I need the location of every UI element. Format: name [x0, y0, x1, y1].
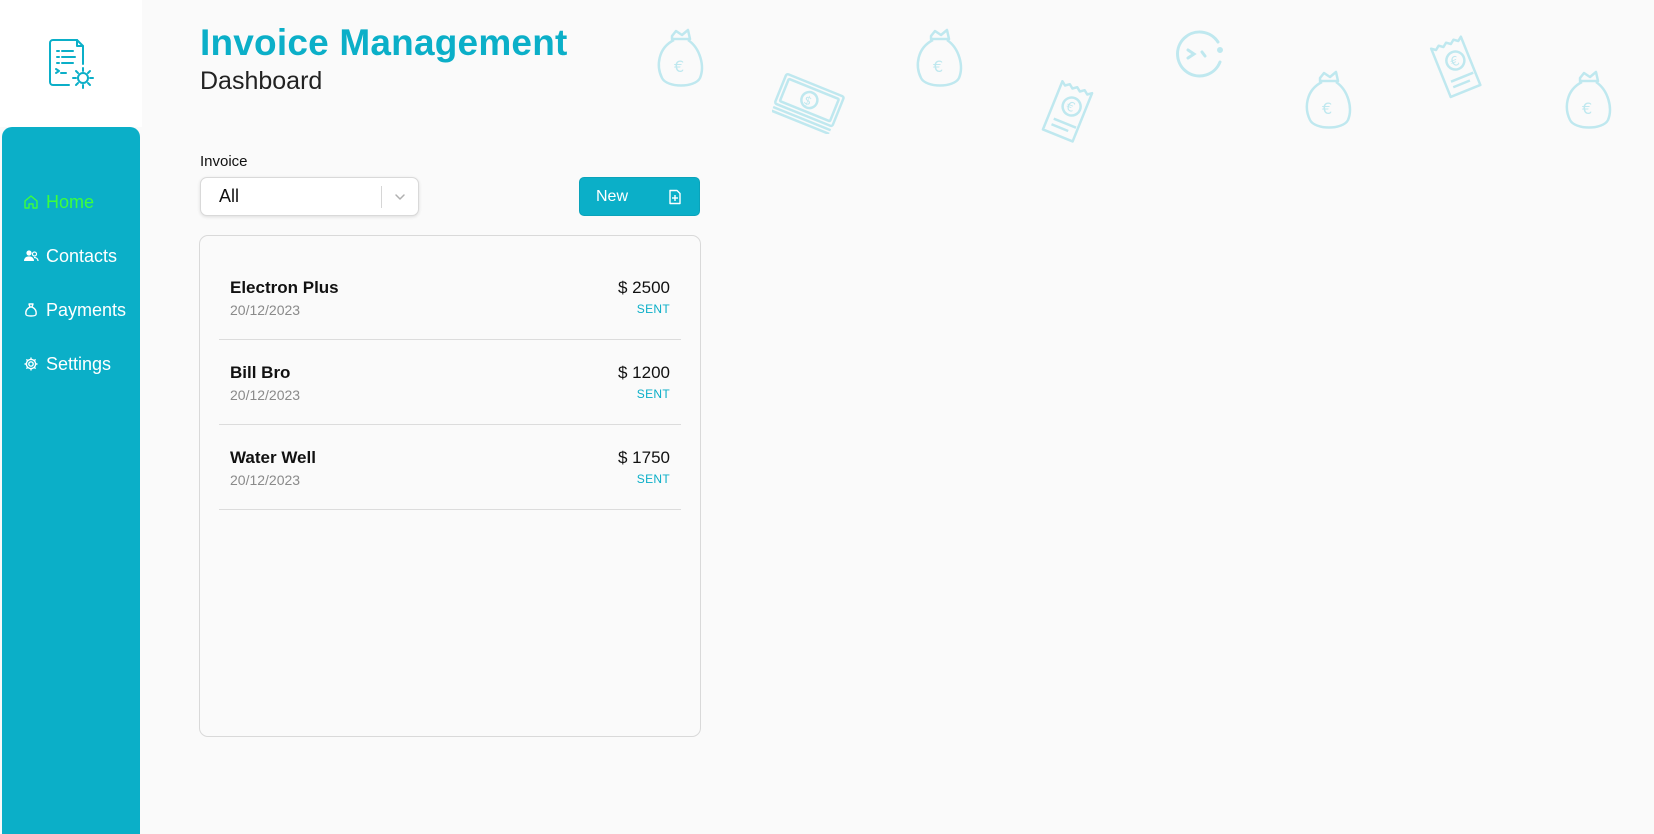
invoice-date: 20/12/2023	[230, 472, 301, 488]
invoice-amount: $ 2500	[618, 278, 670, 297]
invoice-settings-logo-icon	[49, 38, 94, 89]
new-invoice-button[interactable]: New	[579, 177, 700, 216]
svg-text:€: €	[1322, 99, 1332, 118]
invoice-list-panel: Electron Plus 20/12/2023 $ 2500 SENT Bil…	[199, 235, 701, 737]
invoice-row[interactable]: Bill Bro 20/12/2023 $ 1200 SENT	[219, 340, 681, 425]
invoice-filter-label: Invoice	[200, 153, 248, 170]
money-bag-icon	[25, 303, 37, 317]
app-root: Home Contacts Payments Settings Invoice …	[0, 0, 1654, 834]
sidebar-item-label: Payments	[46, 299, 127, 320]
money-bag-decoration-icon: €	[1300, 70, 1358, 132]
svg-text:€: €	[674, 57, 684, 76]
money-bag-decoration-icon: €	[911, 28, 969, 90]
sidebar-item-label: Home	[46, 191, 95, 212]
contacts-icon	[24, 250, 39, 262]
sidebar-item-payments[interactable]: Payments	[2, 283, 140, 337]
invoice-filter-value: All	[219, 186, 240, 206]
dropdown-toggle[interactable]	[382, 190, 418, 204]
invoice-client-name: Water Well	[230, 448, 316, 467]
invoice-client-name: Bill Bro	[230, 363, 291, 382]
sidebar-item-settings[interactable]: Settings	[2, 337, 140, 391]
invoice-filter-select[interactable]: All	[200, 177, 419, 216]
sidebar-item-label: Settings	[46, 353, 112, 374]
invoice-row[interactable]: Water Well 20/12/2023 $ 1750 SENT	[219, 425, 681, 510]
receipt-decoration-icon: €	[1037, 79, 1101, 146]
receipt-decoration-icon: €	[1426, 34, 1490, 100]
invoice-row[interactable]: Electron Plus 20/12/2023 $ 2500 SENT	[219, 255, 681, 340]
svg-text:€: €	[1582, 99, 1592, 118]
invoice-status-badge: SENT	[636, 472, 670, 486]
money-bag-decoration-icon: €	[1560, 70, 1618, 132]
banknote-decoration-icon: $	[771, 68, 846, 136]
sidebar-item-label: Contacts	[46, 245, 118, 266]
sidebar-nav: Home Contacts Payments Settings	[2, 175, 140, 391]
invoice-status-badge: SENT	[636, 302, 670, 316]
gear-icon	[24, 357, 38, 371]
invoice-amount: $ 1200	[618, 363, 670, 382]
money-bag-decoration-icon: €	[652, 28, 710, 90]
new-invoice-button-label: New	[596, 187, 629, 205]
chevron-down-icon	[395, 193, 405, 200]
invoice-list: Electron Plus 20/12/2023 $ 2500 SENT Bil…	[219, 255, 681, 510]
page-subtitle: Dashboard	[200, 67, 323, 95]
invoice-status-badge: SENT	[636, 387, 670, 401]
page-title: Invoice Management	[200, 22, 568, 63]
svg-text:€: €	[933, 57, 943, 76]
home-icon	[24, 195, 38, 209]
sidebar-item-home[interactable]: Home	[2, 175, 140, 229]
sidebar-item-contacts[interactable]: Contacts	[2, 229, 140, 283]
invoice-client-name: Electron Plus	[230, 278, 339, 297]
sidebar: Home Contacts Payments Settings	[2, 127, 140, 834]
face-decoration-icon	[1172, 28, 1228, 84]
invoice-amount: $ 1750	[618, 448, 670, 467]
logo-area	[0, 0, 142, 127]
invoice-date: 20/12/2023	[230, 387, 301, 403]
add-file-icon	[669, 189, 681, 204]
invoice-date: 20/12/2023	[230, 302, 301, 318]
